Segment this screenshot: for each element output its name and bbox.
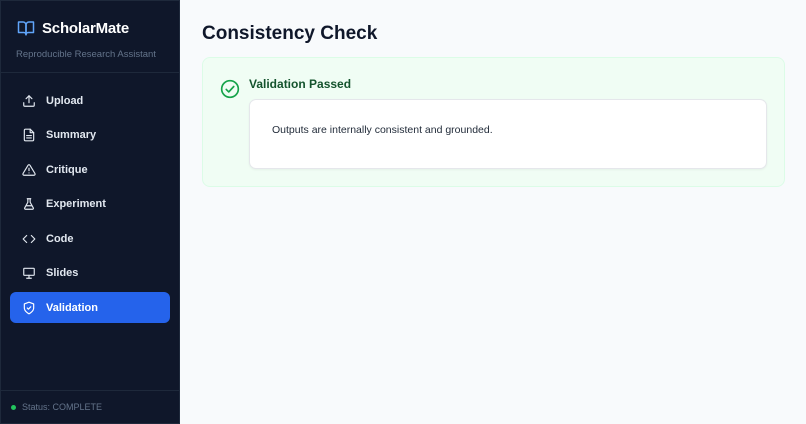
sidebar-item-summary[interactable]: Summary: [10, 120, 170, 151]
sidebar-item-label: Code: [46, 232, 74, 245]
result-title: Validation Passed: [249, 77, 352, 91]
sidebar-item-label: Summary: [46, 129, 97, 141]
flask-icon: [22, 197, 36, 211]
sidebar-item-critique[interactable]: Critique: [10, 154, 170, 185]
code-icon: [22, 232, 36, 246]
upload-icon: [22, 94, 36, 108]
sidebar-item-code[interactable]: Code: [10, 223, 170, 254]
brand: ScholarMate Reproducible Research Assist…: [1, 1, 179, 73]
sidebar-item-label: Upload: [46, 94, 84, 107]
sidebar-item-label: Validation: [46, 301, 98, 314]
result-message: Outputs are internally consistent and gr…: [272, 124, 493, 136]
sidebar-item-experiment[interactable]: Experiment: [10, 189, 170, 220]
page-title: Consistency Check: [202, 23, 378, 44]
sidebar: ScholarMate Reproducible Research Assist…: [0, 0, 180, 424]
validation-result-panel: Validation Passed Outputs are internally…: [202, 57, 785, 187]
app-subtitle: Reproducible Research Assistant: [16, 49, 156, 60]
sidebar-item-label: Slides: [46, 267, 79, 279]
result-message-box: Outputs are internally consistent and gr…: [249, 99, 767, 169]
sidebar-item-upload[interactable]: Upload: [10, 85, 170, 116]
status-indicator-icon: [11, 404, 16, 410]
app-name: ScholarMate: [42, 19, 129, 37]
sidebar-item-slides[interactable]: Slides: [10, 258, 170, 289]
shield-check-icon: [22, 301, 36, 315]
sidebar-nav: Upload Summary Critique Experiment Code …: [10, 85, 170, 327]
sidebar-item-label: Critique: [46, 163, 88, 176]
file-text-icon: [22, 128, 36, 142]
alert-triangle-icon: [22, 163, 36, 177]
book-open-icon: [16, 19, 36, 37]
sidebar-item-label: Experiment: [46, 198, 106, 210]
main-content: Consistency Check Validation Passed Outp…: [180, 0, 806, 424]
sidebar-item-validation[interactable]: Validation: [10, 292, 170, 323]
status-text: Status: COMPLETE: [22, 402, 103, 412]
check-circle-icon: [220, 79, 240, 104]
presentation-icon: [22, 266, 36, 280]
status-bar: Status: COMPLETE: [1, 390, 179, 423]
